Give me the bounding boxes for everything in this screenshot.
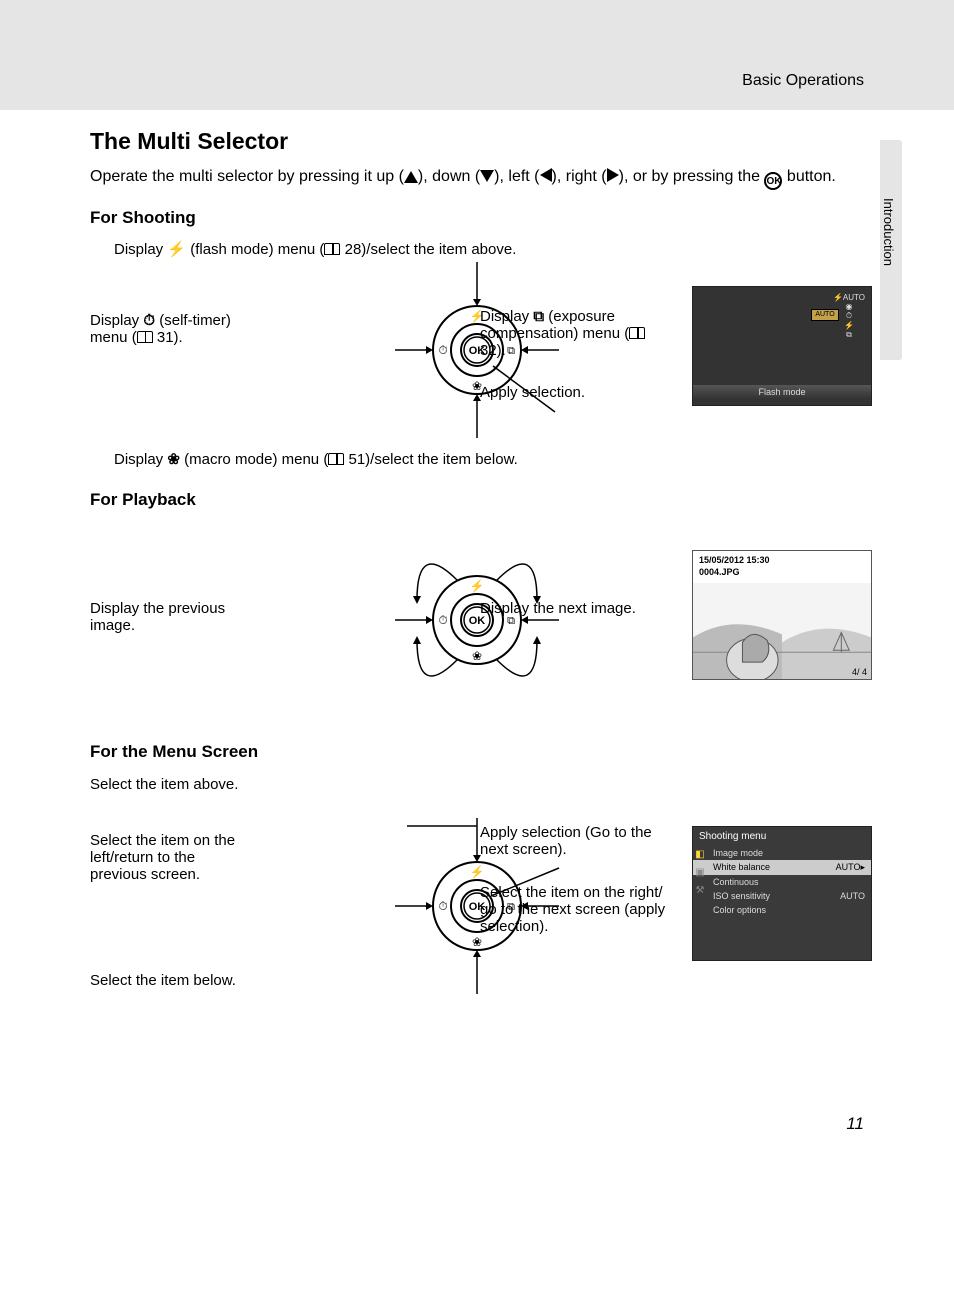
page-header: Basic Operations xyxy=(0,0,954,110)
menu-item: ISO sensitivityAUTO xyxy=(693,889,871,903)
svg-text:⏱: ⏱ xyxy=(438,613,447,627)
menu-tab-column: ◧▣⚒ xyxy=(693,849,707,903)
menu-item-selected: White balanceAUTO▸ xyxy=(693,860,871,875)
menu-item: Continuous xyxy=(693,875,871,889)
menu-screen: Shooting menu ◧▣⚒ Image mode White balan… xyxy=(692,826,872,961)
menu-down-label: Select the item below. xyxy=(90,972,240,989)
macro-icon: ❀ xyxy=(167,451,180,468)
play-tab-icon: ▣ xyxy=(693,867,707,885)
shooting-apply-label: Apply selection. xyxy=(480,384,670,401)
shooting-left-label: Display ⏱ (self-timer) menu ( 31). xyxy=(90,312,240,346)
svg-text:⏱: ⏱ xyxy=(438,899,447,913)
menu-screen-title: Shooting menu xyxy=(693,827,871,846)
playback-image-icon xyxy=(693,583,871,680)
page-body: The Multi Selector Operate the multi sel… xyxy=(0,110,954,1094)
up-arrow-icon xyxy=(404,171,418,183)
menu-left-label: Select the item on the left/return to th… xyxy=(90,832,240,883)
svg-text:❀: ❀ xyxy=(472,935,482,949)
playback-timestamp: 15/05/2012 15:30 xyxy=(699,555,770,565)
flash-icon: ⚡ xyxy=(167,241,186,258)
shooting-down-label: Display ❀ (macro mode) menu ( 51)/select… xyxy=(114,450,864,468)
playback-right-label: Display the next image. xyxy=(480,600,670,617)
page-title: The Multi Selector xyxy=(90,128,864,155)
shooting-heading: For Shooting xyxy=(90,208,864,228)
intro-paragraph: Operate the multi selector by pressing i… xyxy=(90,165,864,190)
right-arrow-icon xyxy=(607,168,619,182)
book-icon xyxy=(324,243,340,255)
menu-up-label: Select the item above. xyxy=(90,776,240,793)
svg-text:⚡: ⚡ xyxy=(470,579,485,593)
setup-tab-icon: ⚒ xyxy=(693,885,707,903)
section-playback: For Playback Display the previous image.… xyxy=(90,490,864,720)
svg-text:⚡: ⚡ xyxy=(470,865,485,879)
section-menu: For the Menu Screen Select the item abov… xyxy=(90,742,864,1032)
menu-ok-label: Apply selection (Go to the next screen). xyxy=(480,824,670,858)
shooting-right-label: Display ⧉ (exposure compensation) menu (… xyxy=(480,308,670,359)
book-icon xyxy=(629,327,645,339)
exposure-comp-icon: ⧉ xyxy=(533,308,544,325)
multi-selector-diagram: OK ⚡ ❀ ⏱ ⧉ xyxy=(392,530,562,710)
playback-counter: 4/ 4 xyxy=(852,667,867,677)
self-timer-icon: ⏱ xyxy=(143,312,155,329)
playback-filename: 0004.JPG xyxy=(699,567,740,577)
flash-mode-bar: Flash mode xyxy=(693,385,871,399)
menu-heading: For the Menu Screen xyxy=(90,742,864,762)
book-icon xyxy=(328,453,344,465)
playback-heading: For Playback xyxy=(90,490,864,510)
playback-left-label: Display the previous image. xyxy=(90,600,240,634)
chapter-title: Basic Operations xyxy=(742,72,864,90)
camera-tab-icon: ◧ xyxy=(693,849,707,867)
menu-item: Color options xyxy=(693,903,871,917)
ok-button-icon: OK xyxy=(764,172,782,190)
playback-screen: 15/05/2012 15:30 0004.JPG 4/ 4 xyxy=(692,550,872,680)
menu-right-label: Select the item on the right/ go to the … xyxy=(480,884,670,935)
book-icon xyxy=(137,331,153,343)
shooting-screen: ⚡AUTO◉⏱⚡⧉ AUTO Flash mode xyxy=(692,286,872,406)
page-number: 11 xyxy=(0,1094,954,1164)
shooting-up-label: Display ⚡ (flash mode) menu ( 28)/select… xyxy=(114,240,864,258)
menu-item: Image mode xyxy=(693,846,871,860)
down-arrow-icon xyxy=(480,170,494,182)
section-shooting: For Shooting Display ⚡ (flash mode) menu… xyxy=(90,208,864,468)
left-arrow-icon xyxy=(540,168,552,182)
svg-text:⏱: ⏱ xyxy=(438,343,447,357)
auto-badge: AUTO xyxy=(811,309,839,321)
svg-text:❀: ❀ xyxy=(472,649,482,663)
